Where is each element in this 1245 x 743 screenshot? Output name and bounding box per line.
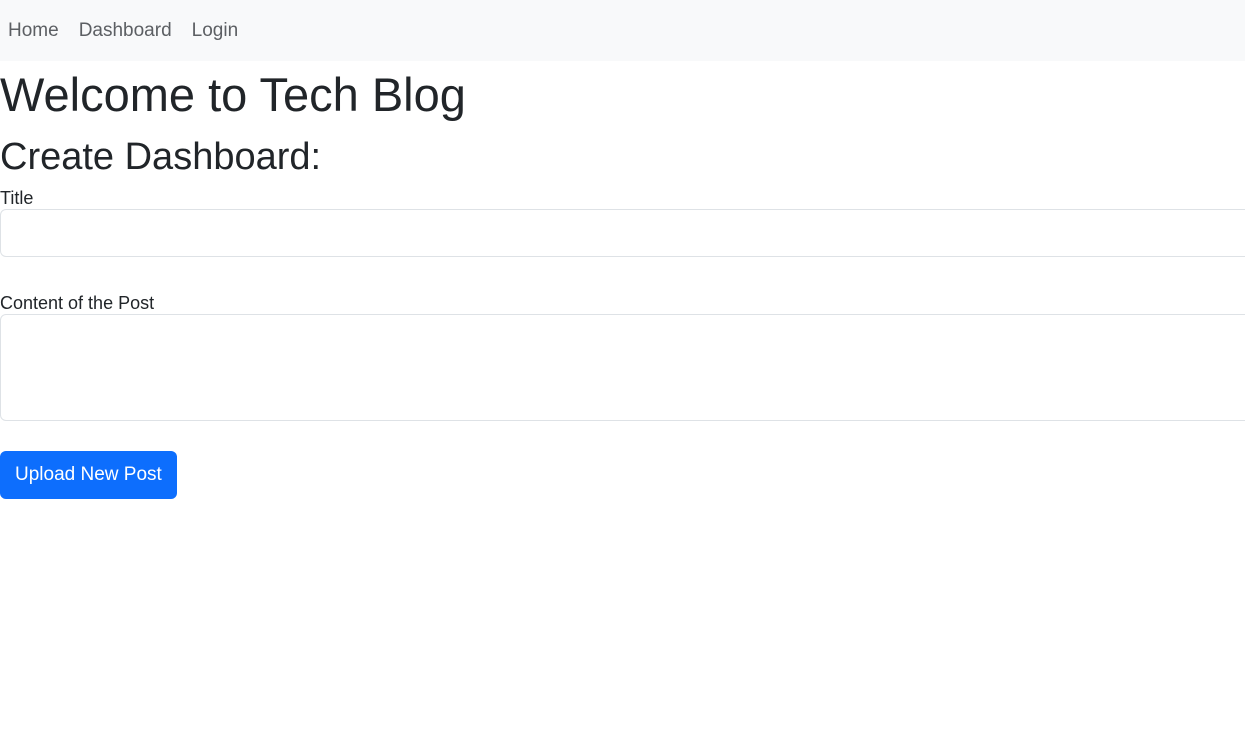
title-label: Title xyxy=(0,188,34,208)
create-post-form: Title Content of the Post Upload New Pos… xyxy=(0,187,1245,499)
page-title: Welcome to Tech Blog xyxy=(0,68,466,121)
navbar: Home Dashboard Login xyxy=(0,0,1245,61)
nav-dashboard-link[interactable]: Dashboard xyxy=(79,20,172,42)
upload-post-button[interactable]: Upload New Post xyxy=(0,451,177,499)
content-label: Content of the Post xyxy=(0,293,155,313)
title-input[interactable] xyxy=(0,209,1245,257)
form-heading: Create Dashboard: xyxy=(0,136,322,178)
nav-home-link[interactable]: Home xyxy=(8,20,59,42)
content-textarea[interactable] xyxy=(0,314,1245,421)
nav-login-link[interactable]: Login xyxy=(192,20,239,42)
